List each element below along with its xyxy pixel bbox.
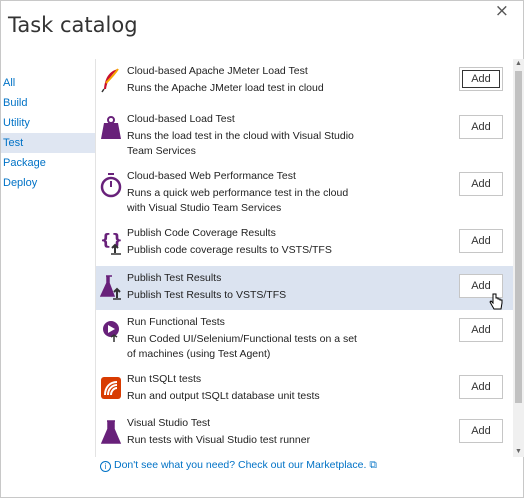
hand-cursor-icon — [489, 293, 503, 310]
add-button[interactable]: Add — [459, 375, 503, 399]
tsqlt-icon — [100, 375, 122, 401]
category-build[interactable]: Build — [1, 93, 95, 113]
task-row: Visual Studio Test Run tests with Visual… — [96, 411, 513, 457]
category-utility[interactable]: Utility — [1, 113, 95, 133]
marketplace-link-text[interactable]: Don't see what you need? Check out our M… — [114, 459, 366, 471]
task-row: Cloud-based Web Performance Test Runs a … — [96, 164, 513, 221]
code-coverage-upload-icon: {} — [100, 229, 123, 255]
stopwatch-icon — [100, 172, 122, 198]
close-icon[interactable]: × — [495, 1, 509, 21]
task-description: Runs the load test in the cloud with Vis… — [127, 130, 354, 157]
task-row: Cloud-based Apache JMeter Load Test Runs… — [96, 59, 513, 111]
task-description: Run tests with Visual Studio test runner — [127, 434, 311, 446]
marketplace-link[interactable]: i Don't see what you need? Check out our … — [100, 459, 377, 472]
category-sidebar: All Build Utility Test Package Deploy — [1, 73, 95, 193]
task-row: {} Publish Code Coverage Results Publish… — [96, 221, 513, 266]
task-name: Visual Studio Test — [127, 417, 211, 429]
scrollbar-thumb[interactable] — [515, 71, 522, 403]
task-description: Publish Test Results to VSTS/TFS — [127, 289, 287, 301]
category-all[interactable]: All — [1, 73, 95, 93]
add-button[interactable]: Add — [459, 229, 503, 253]
task-description: Runs a quick web performance test in the… — [127, 187, 349, 214]
task-row: Cloud-based Load Test Runs the load test… — [96, 107, 513, 164]
add-button[interactable]: Add — [459, 419, 503, 443]
flask-upload-icon — [99, 274, 122, 300]
task-description: Runs the Apache JMeter load test in clou… — [127, 82, 324, 94]
task-name: Cloud-based Web Performance Test — [127, 170, 296, 182]
jmeter-feather-icon — [100, 67, 122, 93]
category-package[interactable]: Package — [1, 153, 95, 173]
flask-icon — [100, 419, 122, 445]
weight-icon — [100, 115, 122, 141]
add-button[interactable]: Add — [459, 172, 503, 196]
external-link-icon: ⧉ — [369, 459, 377, 471]
task-list-scrollbar[interactable]: ▲ ▼ — [513, 59, 524, 457]
task-catalog-dialog: Task catalog × All Build Utility Test Pa… — [0, 0, 524, 498]
task-name: Run Functional Tests — [127, 316, 225, 328]
task-name: Cloud-based Load Test — [127, 113, 235, 125]
add-button[interactable]: Add — [459, 115, 503, 139]
category-deploy[interactable]: Deploy — [1, 173, 95, 193]
task-name: Publish Code Coverage Results — [127, 227, 276, 239]
add-button[interactable]: Add — [459, 67, 503, 91]
dialog-title: Task catalog — [8, 13, 138, 37]
task-row: Run Functional Tests Run Coded UI/Seleni… — [96, 310, 513, 367]
task-description: Run Coded UI/Selenium/Functional tests o… — [127, 333, 357, 360]
task-row: Publish Test Results Publish Test Result… — [96, 266, 513, 310]
task-description: Run and output tSQLt database unit tests — [127, 390, 320, 402]
functional-test-icon — [100, 318, 122, 344]
scroll-up-arrow-icon[interactable]: ▲ — [513, 59, 524, 69]
task-description: Publish code coverage results to VSTS/TF… — [127, 244, 332, 256]
task-name: Cloud-based Apache JMeter Load Test — [127, 65, 308, 77]
task-name: Publish Test Results — [127, 272, 222, 284]
task-list: Cloud-based Apache JMeter Load Test Runs… — [95, 59, 513, 457]
info-icon: i — [100, 461, 111, 472]
task-name: Run tSQLt tests — [127, 373, 202, 385]
add-button[interactable]: Add — [459, 318, 503, 342]
scroll-down-arrow-icon[interactable]: ▼ — [513, 447, 524, 457]
task-row: Run tSQLt tests Run and output tSQLt dat… — [96, 367, 513, 411]
category-test[interactable]: Test — [1, 133, 95, 153]
svg-text:{}: {} — [100, 230, 122, 249]
